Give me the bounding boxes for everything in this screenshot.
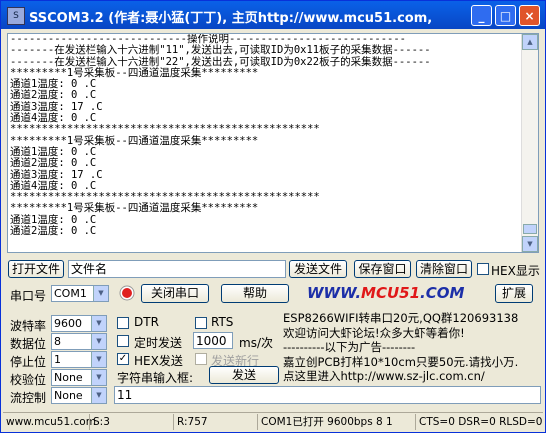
app-window: S SSCOM3.2 (作者:聂小猛(丁丁), 主页http://www.mcu… — [0, 0, 546, 433]
baud-select[interactable]: 9600 ▼ — [51, 315, 107, 332]
port-label: 串口号 — [10, 289, 47, 303]
chevron-down-icon: ▼ — [91, 334, 106, 349]
interval-field[interactable]: 1000 — [193, 332, 233, 349]
ad-line-5[interactable]: 点这里进入http://www.sz-jlc.com.cn/ — [283, 369, 541, 384]
minimize-icon[interactable]: _ — [471, 5, 492, 26]
chevron-down-icon: ▼ — [91, 388, 106, 403]
maximize-icon[interactable]: □ — [495, 5, 516, 26]
status-site: www.mcu51.com — [6, 416, 96, 428]
mcu51-logo[interactable]: WWW.MCU51.COM — [307, 284, 464, 302]
rts-label: RTS — [211, 315, 234, 329]
ad-line-2: 欢迎访问大虾论坛!众多大虾等着你! — [283, 325, 465, 340]
timed-send-checkbox[interactable] — [117, 335, 129, 347]
chevron-down-icon: ▼ — [91, 316, 106, 331]
status-port: COM1已打开 9600bps 8 1 — [257, 414, 415, 430]
timed-send-label: 定时发送 — [134, 336, 183, 350]
terminal-line: ****************************************… — [10, 123, 320, 136]
flow-value: None — [54, 389, 83, 402]
send-input[interactable]: 11 — [114, 386, 541, 404]
hex-send-label: HEX发送 — [134, 354, 183, 368]
hex-display-checkbox[interactable] — [477, 263, 489, 275]
clear-window-button[interactable]: 清除窗口 — [416, 260, 472, 278]
terminal-line: 通道2温度: 0 .C — [10, 157, 97, 170]
receive-text: ----------------------------操作说明--------… — [10, 34, 522, 237]
vertical-scrollbar[interactable]: ▲ ▼ — [521, 34, 538, 252]
hex-send-checkbox[interactable]: ✓ — [117, 353, 129, 365]
title-bar[interactable]: S SSCOM3.2 (作者:聂小猛(丁丁), 主页http://www.mcu… — [1, 1, 545, 29]
databits-label: 数据位 — [10, 337, 47, 351]
chevron-down-icon: ▼ — [93, 286, 108, 301]
help-button[interactable]: 帮助 — [221, 284, 289, 303]
port-value: COM1 — [54, 287, 87, 300]
stopbits-label: 停止位 — [10, 355, 47, 369]
scroll-up-icon[interactable]: ▲ — [522, 34, 538, 50]
dtr-label: DTR — [134, 315, 159, 329]
parity-label: 校验位 — [10, 373, 47, 387]
hex-display-label: HEX显示 — [491, 264, 540, 278]
close-port-button[interactable]: 关闭串口 — [141, 284, 209, 303]
window-title: SSCOM3.2 (作者:聂小猛(丁丁), 主页http://www.mcu51… — [29, 11, 433, 26]
parity-select[interactable]: None ▼ — [51, 369, 107, 386]
chevron-down-icon: ▼ — [91, 352, 106, 367]
input-label: 字符串输入框: — [117, 371, 194, 385]
close-icon[interactable]: × — [519, 5, 540, 26]
flow-select[interactable]: None ▼ — [51, 387, 107, 404]
stopbits-select[interactable]: 1 ▼ — [51, 351, 107, 368]
status-bar: www.mcu51.com S:3 R:757 COM1已打开 9600bps … — [3, 412, 543, 431]
logo-segment: MCU51 — [361, 284, 421, 302]
app-icon: S — [7, 7, 25, 25]
databits-value: 8 — [54, 335, 61, 348]
open-file-button[interactable]: 打开文件 — [8, 260, 64, 278]
stopbits-value: 1 — [54, 353, 61, 366]
chevron-down-icon: ▼ — [91, 370, 106, 385]
logo-segment: WWW. — [307, 284, 362, 302]
port-status-lamp-icon — [119, 285, 135, 301]
send-newline-checkbox[interactable] — [195, 353, 207, 365]
terminal-line: -------在发送栏输入十六进制"11",发送出去,可读取ID为0x11板子的… — [10, 44, 431, 57]
logo-segment: .COM — [420, 284, 465, 302]
status-received: R:757 — [173, 414, 257, 430]
parity-value: None — [54, 371, 83, 384]
flow-label: 流控制 — [10, 391, 47, 405]
ad-panel[interactable]: ESP8266WIFI转串口20元,QQ群120693138 欢迎访问大虾论坛!… — [283, 311, 541, 383]
status-signals: CTS=0 DSR=0 RLSD=0 — [415, 414, 542, 430]
receive-area[interactable]: ----------------------------操作说明--------… — [7, 33, 539, 253]
expand-button[interactable]: 扩展 — [495, 284, 533, 303]
interval-unit-label: ms/次 — [239, 336, 273, 350]
databits-select[interactable]: 8 ▼ — [51, 333, 107, 350]
scroll-thumb[interactable] — [523, 224, 537, 234]
ad-line-4: 嘉立创PCB打样10*10cm只要50元.请找小万. — [283, 354, 519, 369]
send-file-button[interactable]: 发送文件 — [289, 260, 347, 278]
scroll-down-icon[interactable]: ▼ — [522, 236, 538, 252]
rts-checkbox[interactable] — [195, 317, 207, 329]
status-sent: S:3 — [89, 414, 173, 430]
send-button[interactable]: 发送 — [209, 366, 279, 384]
baud-value: 9600 — [54, 317, 82, 330]
ad-line-3: ----------以下为广告-------- — [283, 340, 416, 354]
baud-label: 波特率 — [10, 319, 47, 333]
save-window-button[interactable]: 保存窗口 — [354, 260, 411, 278]
filename-field[interactable]: 文件名 — [68, 260, 286, 278]
dtr-checkbox[interactable] — [117, 317, 129, 329]
terminal-line: 通道2温度: 0 .C — [10, 225, 97, 238]
ad-line-1: ESP8266WIFI转串口20元,QQ群120693138 — [283, 311, 519, 325]
port-select[interactable]: COM1 ▼ — [51, 285, 109, 302]
